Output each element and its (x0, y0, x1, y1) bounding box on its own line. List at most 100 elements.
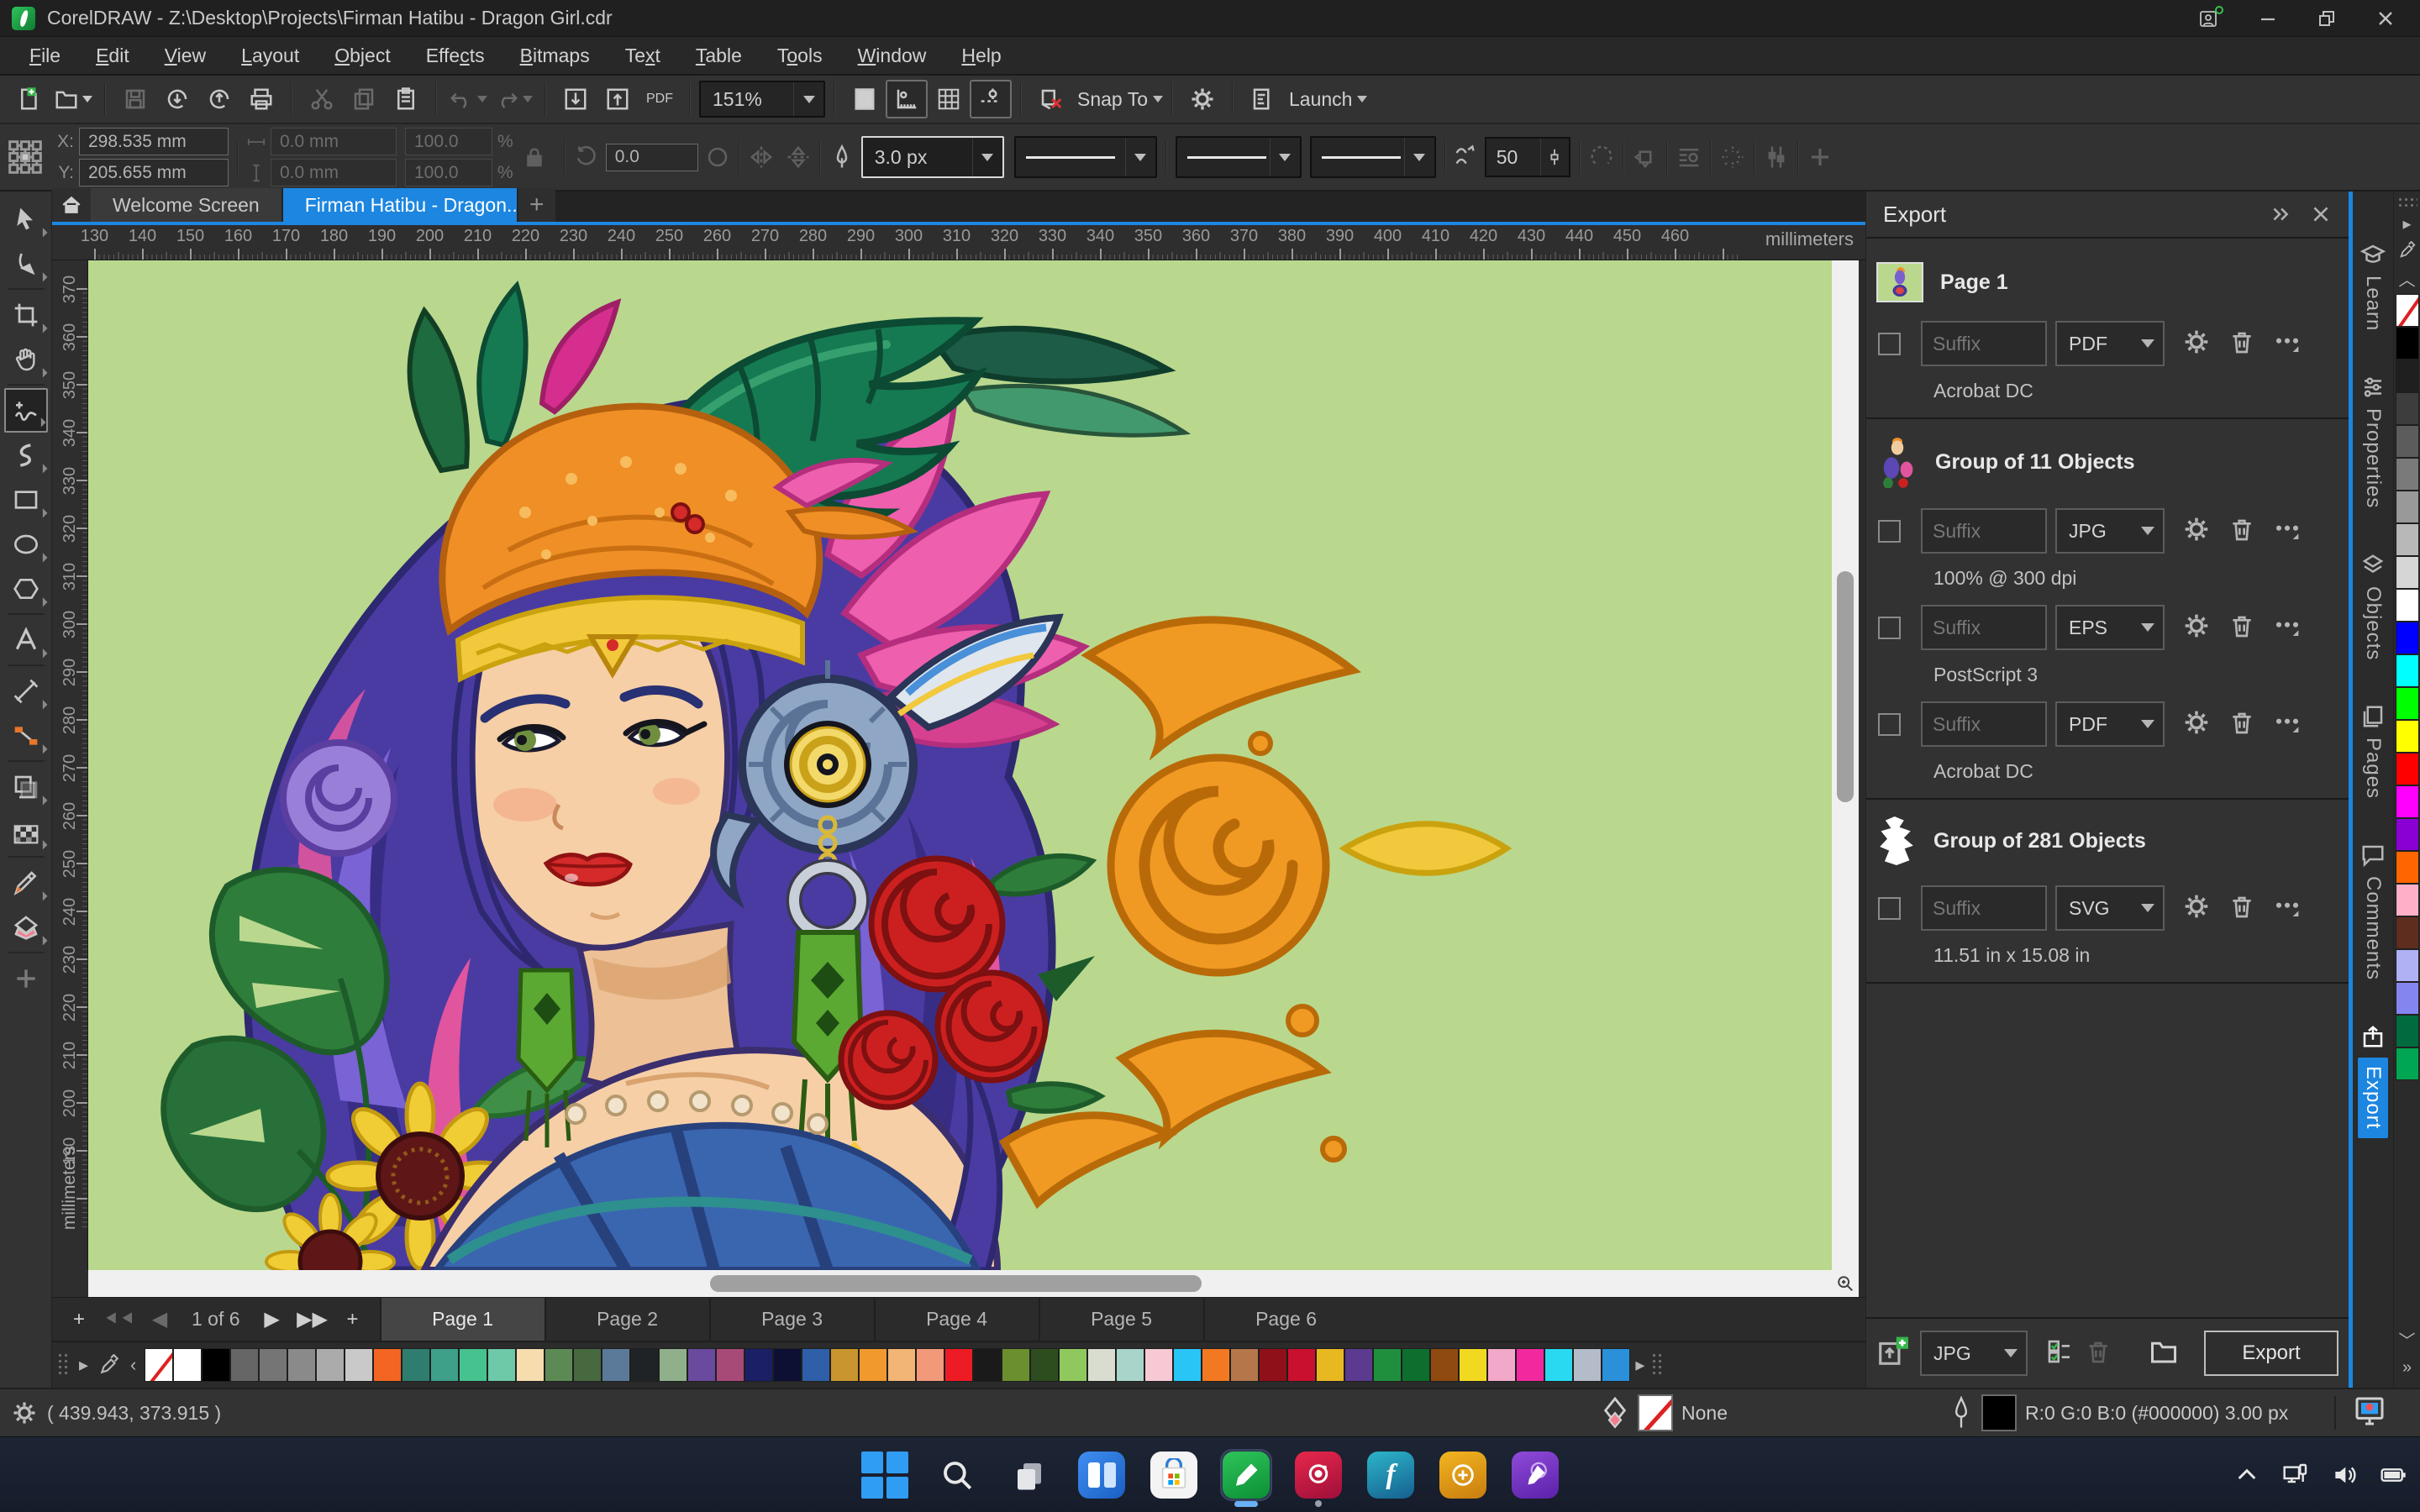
color-swatch[interactable] (1087, 1348, 1117, 1382)
color-swatch[interactable] (2395, 523, 2419, 556)
color-swatch[interactable] (2395, 982, 2419, 1015)
status-gear-icon[interactable] (12, 1400, 37, 1425)
color-swatch[interactable] (944, 1348, 974, 1382)
export-row-checkbox[interactable] (1878, 519, 1901, 543)
color-swatch[interactable] (744, 1348, 774, 1382)
display-color-settings-icon[interactable] (2353, 1394, 2386, 1432)
object-y-field[interactable] (79, 159, 229, 186)
color-swatch[interactable] (859, 1348, 888, 1382)
color-swatch[interactable] (2395, 851, 2419, 884)
color-swatch[interactable] (2395, 425, 2419, 458)
menu-item-table[interactable]: Table (678, 39, 760, 72)
import-button[interactable] (555, 80, 597, 118)
pan-tool[interactable] (4, 337, 48, 381)
color-swatch[interactable] (1030, 1348, 1060, 1382)
menu-item-edit[interactable]: Edit (78, 39, 147, 72)
export-more-options-icon[interactable] (2274, 516, 2301, 547)
color-swatch[interactable] (1287, 1348, 1317, 1382)
color-swatch[interactable] (1259, 1348, 1288, 1382)
object-width-field[interactable] (271, 128, 397, 155)
color-swatch[interactable] (716, 1348, 745, 1382)
color-swatch[interactable] (602, 1348, 631, 1382)
print-button[interactable] (240, 80, 282, 118)
color-swatch[interactable] (1173, 1348, 1202, 1382)
scale-y-field[interactable] (405, 159, 492, 186)
export-settings-gear-icon[interactable] (2183, 709, 2210, 740)
open-button[interactable] (50, 80, 96, 118)
launch-dropdown-icon[interactable] (1357, 96, 1368, 102)
color-swatch[interactable] (1602, 1348, 1631, 1382)
export-row-checkbox[interactable] (1878, 712, 1901, 736)
color-swatch[interactable] (573, 1348, 602, 1382)
connector-tool[interactable] (4, 713, 48, 758)
menu-item-object[interactable]: Object (317, 39, 408, 72)
color-swatch[interactable] (2395, 556, 2419, 589)
docker-tab[interactable]: Learn (2360, 242, 2386, 331)
welcome-home-icon[interactable] (52, 188, 91, 222)
drawing-canvas[interactable] (88, 260, 1832, 1270)
dimension-tool[interactable] (4, 669, 48, 713)
docker-tab[interactable]: Objects (2360, 553, 2386, 660)
format-combo[interactable]: JPG (2055, 508, 2165, 554)
interactive-fill-tool[interactable] (4, 905, 48, 949)
color-swatch[interactable] (1230, 1348, 1260, 1382)
select-all-checklist-icon[interactable] (2046, 1338, 2073, 1369)
right-palette-expand-icon[interactable]: » (2402, 1355, 2412, 1381)
new-document-button[interactable] (8, 80, 50, 118)
scale-x-field[interactable] (405, 128, 492, 155)
show-grid-toggle[interactable] (928, 80, 970, 118)
page-tab[interactable]: Page 6 (1202, 1298, 1368, 1341)
freehand-smoothing-spinner[interactable]: 50 (1484, 137, 1570, 177)
color-swatch[interactable] (345, 1348, 374, 1382)
vertical-scrollbar[interactable] (1832, 260, 1859, 1270)
copy-button[interactable] (343, 80, 385, 118)
save-to-cloud-button[interactable] (156, 80, 198, 118)
format-combo[interactable]: SVG (2055, 885, 2165, 931)
color-swatch[interactable] (230, 1348, 260, 1382)
docker-tab[interactable]: Pages (2360, 704, 2386, 799)
full-screen-preview-button[interactable] (844, 80, 886, 118)
color-swatch[interactable] (2395, 1015, 2419, 1047)
color-swatch[interactable] (2395, 622, 2419, 654)
docker-tab[interactable]: Properties (2360, 375, 2386, 509)
color-swatch[interactable] (2395, 753, 2419, 785)
color-swatch[interactable] (2395, 327, 2419, 360)
guide-sliders-button[interactable] (1764, 144, 1789, 170)
fill-color-swatch[interactable] (1638, 1394, 1673, 1431)
color-swatch[interactable] (2395, 654, 2419, 687)
color-swatch[interactable] (487, 1348, 517, 1382)
network-icon[interactable] (2282, 1462, 2309, 1488)
export-button[interactable] (597, 80, 639, 118)
color-swatch[interactable] (459, 1348, 488, 1382)
footer-format-combo[interactable]: JPG (1920, 1331, 2028, 1376)
color-swatch[interactable] (516, 1348, 545, 1382)
menu-item-bitmaps[interactable]: Bitmaps (502, 39, 608, 72)
page-tab[interactable]: Page 1 (379, 1298, 544, 1341)
line-style-combo[interactable] (1013, 136, 1157, 178)
show-rulers-toggle[interactable] (886, 80, 928, 118)
last-page-button[interactable]: ▶▶ (294, 1303, 331, 1336)
export-delete-icon[interactable] (2228, 328, 2255, 360)
color-swatch[interactable] (287, 1348, 317, 1382)
color-swatch[interactable] (2395, 392, 2419, 425)
color-swatch[interactable] (2395, 360, 2419, 392)
export-settings-gear-icon[interactable] (2183, 612, 2210, 643)
widgets-button[interactable] (1077, 1451, 1126, 1499)
launch-icon[interactable] (1242, 80, 1284, 118)
horizontal-scrollbar[interactable] (88, 1270, 1832, 1297)
coreldraw-app-taskbar-icon[interactable] (1439, 1451, 1487, 1499)
object-x-field[interactable] (79, 128, 229, 155)
palette-end-handle[interactable] (1651, 1352, 1664, 1378)
task-view-button[interactable] (1005, 1451, 1054, 1499)
color-swatch[interactable] (2395, 884, 2419, 916)
color-swatch[interactable] (1059, 1348, 1088, 1382)
microsoft-store-button[interactable] (1150, 1451, 1198, 1499)
artistic-media-tool[interactable] (4, 433, 48, 477)
export-row-checkbox[interactable] (1878, 896, 1901, 920)
close-curve-button[interactable] (1589, 144, 1614, 170)
rotation-angle-field[interactable] (605, 143, 698, 171)
page-tab[interactable]: Page 2 (544, 1298, 709, 1341)
redo-button[interactable] (491, 80, 536, 118)
suffix-input[interactable] (1921, 605, 2047, 650)
color-swatch[interactable] (973, 1348, 1002, 1382)
